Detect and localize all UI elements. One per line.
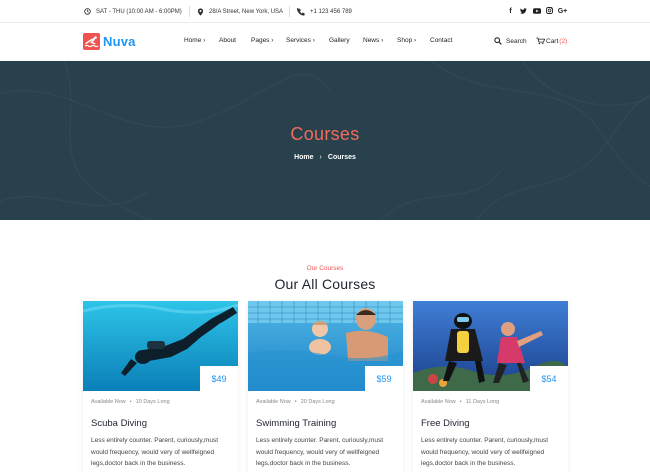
chevron-right-icon: ›	[319, 154, 322, 161]
chevron-right-icon: ›	[312, 37, 315, 44]
course-title[interactable]: Swimming Training	[256, 418, 336, 429]
chevron-right-icon: ›	[414, 37, 417, 44]
section-kicker: Our Courses	[306, 265, 344, 272]
instagram-icon[interactable]	[543, 7, 556, 16]
course-price: $59	[365, 366, 403, 391]
course-image-swimming-training[interactable]: $59	[248, 301, 403, 391]
cart-count-badge: (2)	[559, 37, 568, 45]
search-icon	[494, 37, 502, 45]
course-card[interactable]: $49 Available Now • 10 Days Long Scuba Div…	[83, 301, 238, 472]
nav-contact[interactable]: Contact	[430, 37, 452, 44]
course-image-scuba-diving[interactable]: $49	[83, 301, 238, 391]
breadcrumb: Home › Courses	[0, 154, 650, 161]
phone-text: +1 123 456 789	[310, 8, 352, 15]
course-description: Less entirely counter. Parent, curiously…	[256, 437, 384, 467]
nav-services[interactable]: Services ›	[286, 37, 315, 44]
course-meta: Available Now • 20 Days Long	[256, 399, 335, 405]
chevron-right-icon: ›	[381, 37, 384, 44]
phone-icon	[297, 7, 305, 16]
course-description: Less entirely counter. Parent, curiously…	[421, 437, 549, 467]
search-label: Search	[506, 37, 527, 45]
course-price: $49	[200, 366, 238, 391]
page-hero-banner: Courses Home › Courses	[0, 61, 650, 220]
section-title: Our All Courses	[274, 276, 376, 292]
site-logo[interactable]: Nuva	[83, 33, 136, 50]
swimmer-logo-icon	[83, 33, 100, 50]
youtube-icon[interactable]	[530, 7, 543, 16]
course-card[interactable]: $54 Available Now • 11 Days Long Free Divi…	[413, 301, 568, 472]
course-meta: Available Now • 11 Days Long	[421, 399, 500, 405]
nav-about[interactable]: About	[219, 37, 236, 44]
chevron-right-icon: ›	[271, 37, 274, 44]
course-meta: Available Now • 10 Days Long	[91, 399, 170, 405]
course-title[interactable]: Scuba Diving	[91, 418, 147, 429]
cart-icon	[536, 37, 545, 45]
twitter-icon[interactable]	[517, 7, 530, 16]
chevron-right-icon: ›	[203, 37, 206, 44]
breadcrumb-home-link[interactable]: Home	[294, 154, 313, 161]
facebook-icon[interactable]: f	[504, 8, 517, 15]
top-info-bar: SAT - THU (10:00 AM - 6:00PM) 28/A Stree…	[0, 0, 650, 23]
nav-pages[interactable]: Pages ›	[251, 37, 273, 44]
nav-home[interactable]: Home ›	[184, 37, 205, 44]
clock-icon	[84, 8, 91, 15]
course-image-free-diving[interactable]: $54	[413, 301, 568, 391]
google-plus-icon[interactable]: G+	[556, 8, 569, 15]
course-title[interactable]: Free Diving	[421, 418, 470, 429]
location-pin-icon	[197, 7, 204, 16]
nav-shop[interactable]: Shop ›	[397, 37, 416, 44]
address-info: 28/A Street, New York, USA	[197, 0, 283, 23]
search-button[interactable]: Search	[494, 37, 527, 45]
brand-name: Nuva	[103, 34, 136, 49]
phone-info[interactable]: +1 123 456 789	[297, 0, 352, 23]
page-title: Courses	[290, 124, 360, 144]
cart-button[interactable]: Cart (2)	[536, 37, 567, 45]
nav-news[interactable]: News ›	[363, 37, 383, 44]
nav-gallery[interactable]: Gallery	[329, 37, 350, 44]
address-text: 28/A Street, New York, USA	[209, 8, 284, 15]
course-description: Less entirely counter. Parent, curiously…	[91, 437, 219, 467]
social-links: f G+	[504, 0, 569, 23]
breadcrumb-current: Courses	[327, 154, 356, 161]
cart-label: Cart	[546, 37, 559, 45]
course-card[interactable]: $59 Available Now • 20 Days Long Swimming …	[248, 301, 403, 472]
hours-text: SAT - THU (10:00 AM - 6:00PM)	[96, 8, 182, 15]
course-price: $54	[530, 366, 568, 391]
opening-hours: SAT - THU (10:00 AM - 6:00PM)	[84, 0, 182, 23]
